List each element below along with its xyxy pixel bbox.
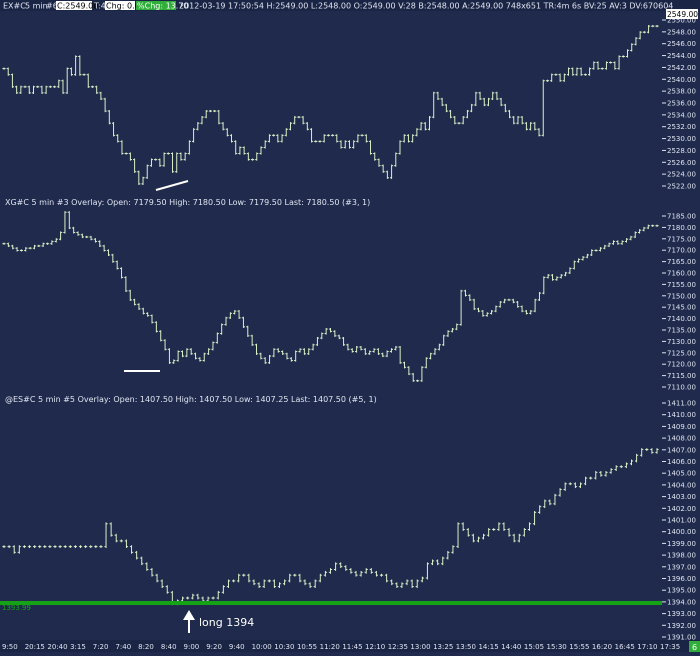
x-tick-label: 8:40 [161, 643, 177, 651]
y-tick-label: 1404.00 [667, 481, 696, 489]
y-tick-label: 1411.00 [667, 400, 696, 408]
y-tick-label: 7115.00 [667, 372, 696, 380]
time-axis-right-tag: 6 [692, 643, 697, 652]
x-tick-label: 7:40 [115, 643, 131, 651]
x-tick-label: 7:20 [93, 643, 109, 651]
chart-window: EX#C 5 min #6 C:2549.00 T:4 Chg: 0.00 %C… [0, 0, 700, 652]
y-tick-label: 1394.00 [667, 598, 696, 606]
price-chart: EX#C 5 min #6 C:2549.00 T:4 Chg: 0.00 %C… [0, 0, 700, 652]
panel2-title: XG#C 5 min #3 Overlay: Open: 7179.50 Hig… [5, 198, 370, 207]
header-last-box: C:2549.00 [57, 2, 98, 11]
x-tick-label: 12:35 [388, 643, 408, 651]
y-tick-label: 2540.00 [667, 76, 696, 84]
x-tick-label: 3:15 [70, 643, 86, 651]
y-tick-label: 2546.00 [667, 40, 696, 48]
y-tick-label: 1400.00 [667, 528, 696, 536]
y-tick-label: 7160.00 [667, 270, 696, 278]
y-tick-label: 2536.00 [667, 100, 696, 108]
y-tick-label: 1395.00 [667, 587, 696, 595]
x-tick-label: 15:55 [569, 643, 589, 651]
y-tick-label: 2542.00 [667, 64, 696, 72]
x-tick-label: 10:30 [274, 643, 294, 651]
y-tick-label: 1401.00 [667, 517, 696, 525]
y-tick-label: 1406.00 [667, 458, 696, 466]
x-tick-label: 17:35 [660, 643, 680, 651]
panel3-title: @ES#C 5 min #5 Overlay: Open: 1407.50 Hi… [5, 395, 377, 404]
x-tick-label: 9:50 [2, 643, 18, 651]
y-tick-label: 1403.00 [667, 493, 696, 501]
y-tick-label: 1409.00 [667, 423, 696, 431]
x-tick-label: 16:45 [615, 643, 635, 651]
y-tick-label: 7175.00 [667, 235, 696, 243]
x-tick-label: 13:25 [433, 643, 453, 651]
y-tick-label: 1399.00 [667, 540, 696, 548]
y-tick-label: 7180.00 [667, 224, 696, 232]
y-tick-label: 1405.00 [667, 470, 696, 478]
y-tick-label: 2530.00 [667, 135, 696, 143]
y-tick-label: 1410.00 [667, 411, 696, 419]
x-tick-label: 8:20 [138, 643, 154, 651]
x-tick-label: 13:00 [410, 643, 430, 651]
x-tick-label: 20:40 [47, 643, 67, 651]
y-tick-label: 1402.00 [667, 505, 696, 513]
y-tick-label: 7165.00 [667, 258, 696, 266]
x-tick-label: 9:20 [206, 643, 222, 651]
y-tick-label: 7155.00 [667, 281, 696, 289]
header-info: 2012-03-19 17:50:54 H:2549.00 L:2548.00 … [179, 2, 673, 11]
y-tick-label: 7125.00 [667, 349, 696, 357]
y-tick-label: 2528.00 [667, 147, 696, 155]
x-tick-label: 9:00 [184, 643, 200, 651]
header-bar: EX#C 5 min #6 C:2549.00 T:4 Chg: 0.00 %C… [0, 0, 700, 11]
x-tick-label: 17:10 [637, 643, 657, 651]
y-tick-label: 7120.00 [667, 361, 696, 369]
annotation-label: long 1394 [199, 616, 254, 629]
y-tick-label: 1392.00 [667, 622, 696, 630]
y-tick-label: 7130.00 [667, 338, 696, 346]
x-tick-label: 15:30 [547, 643, 567, 651]
y-tick-label: 2524.00 [667, 171, 696, 179]
y-tick-label: 2532.00 [667, 123, 696, 131]
y-tick-label: 7185.00 [667, 213, 696, 221]
y-tick-label: 2538.00 [667, 88, 696, 96]
x-tick-label: 13:50 [456, 643, 476, 651]
y-tick-label: 2526.00 [667, 159, 696, 167]
y-tick-label: 7170.00 [667, 247, 696, 255]
x-tick-label: 10:55 [297, 643, 317, 651]
y-tick-label: 1397.00 [667, 563, 696, 571]
y-tick-label: 7140.00 [667, 315, 696, 323]
y-tick-label: 2544.00 [667, 52, 696, 60]
x-tick-label: 15:05 [524, 643, 544, 651]
y-tick-label: 7135.00 [667, 327, 696, 335]
y-tick-label: 1408.00 [667, 435, 696, 443]
y-tick-label: 2534.00 [667, 111, 696, 119]
x-tick-label: 11:20 [320, 643, 340, 651]
x-tick-label: 14:15 [478, 643, 498, 651]
y-tick-label: 2522.00 [667, 183, 696, 191]
y-tick-label: 1396.00 [667, 575, 696, 583]
y-tick-label: 7145.00 [667, 304, 696, 312]
panel1-last-price: 2549.00 [667, 10, 698, 19]
x-tick-label: 10:00 [252, 643, 272, 651]
y-tick-label: 2548.00 [667, 28, 696, 36]
x-tick-label: 16:20 [592, 643, 612, 651]
x-tick-label: 20:15 [25, 643, 45, 651]
header-trades: T:4 [93, 2, 106, 11]
x-tick-label: 9:40 [229, 643, 245, 651]
header-interval: 5 min [25, 2, 48, 11]
header-symbol: EX#C [3, 2, 26, 11]
x-tick-label: 12:10 [365, 643, 385, 651]
y-tick-label: 7110.00 [667, 384, 696, 392]
y-tick-label: 1407.00 [667, 446, 696, 454]
x-tick-label: 14:40 [501, 643, 521, 651]
y-tick-label: 7150.00 [667, 292, 696, 300]
y-tick-label: 1393.00 [667, 610, 696, 618]
support-line-label: 1393.99 [2, 604, 31, 612]
y-tick-label: 1398.00 [667, 552, 696, 560]
x-tick-label: 11:45 [342, 643, 362, 651]
